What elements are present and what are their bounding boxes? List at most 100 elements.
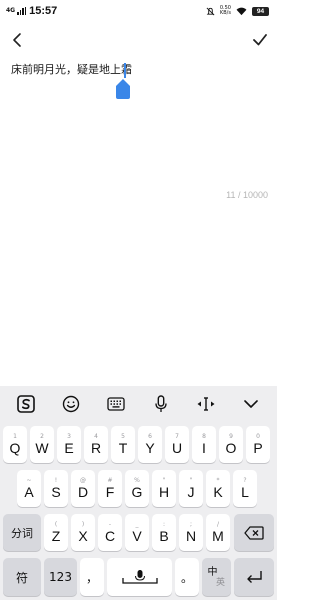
key-hint: _ [135,521,139,528]
cursor-move-icon[interactable] [192,390,220,418]
enter-icon [247,571,262,583]
symbol-key-label: 符 [15,570,28,585]
key-label: M [212,528,224,544]
caret-handle[interactable] [115,79,131,99]
key-d[interactable]: @ D [71,470,95,507]
backspace-icon [244,525,264,540]
key-hint: % [134,477,140,484]
numbers-key[interactable]: 123 [44,558,77,596]
key-hint: @ [80,477,86,484]
keyboard-toolbar [0,386,277,422]
key-hint: " [189,477,193,484]
status-bar: 4G 15:57 0.50 KB/s 94 [0,0,277,22]
key-label: C [104,528,116,544]
key-o[interactable]: 9O [219,426,243,463]
key-label: U [171,440,183,456]
backspace-key[interactable] [234,514,274,551]
key-z[interactable]: (Z [44,514,68,551]
key-label: H [158,484,170,500]
key-label: K [213,484,223,500]
key-hint: ~ [26,477,32,484]
key-label: F [105,484,115,500]
key-r[interactable]: 4R [84,426,108,463]
key-hint: ! [54,477,58,484]
key-label: J [187,484,195,500]
keyboard: 1Q 2W 3E 4R 5T 6Y 7U 8I 9O 0P ~ A ! S @ D #… [0,386,277,600]
comma-key-label: ， [85,570,98,585]
key-label: E [64,440,74,456]
key-hint: - [108,521,112,528]
speed-unit: KB/s [219,10,231,16]
battery-icon: 94 [252,6,269,16]
key-label: A [24,484,34,500]
back-button[interactable] [7,30,27,50]
key-v[interactable]: _ V [125,514,149,551]
key-c[interactable]: -C [98,514,122,551]
key-h[interactable]: " H [152,470,176,507]
language-switch-key[interactable]: 中 英 [202,558,231,596]
key-hint: 7 [175,433,179,440]
text-editor[interactable]: 床前明月光，疑是地上霜 [11,62,266,78]
done-button[interactable] [250,30,270,50]
key-label: I [202,440,206,456]
key-label: R [90,440,102,456]
period-key[interactable]: 。 [175,558,199,596]
key-hint: 6 [148,433,152,440]
status-time: 15:57 [29,5,58,17]
mute-icon [206,7,215,15]
key-f[interactable]: # F [98,470,122,507]
back-arrow-icon [13,33,21,47]
key-a[interactable]: ~ A [17,470,41,507]
key-i[interactable]: 8I [192,426,216,463]
network-type: 4G [6,7,16,14]
collapse-chevron-icon[interactable] [237,390,265,418]
key-label: W [35,440,49,456]
key-n[interactable]: ; N [179,514,203,551]
key-t[interactable]: 5T [111,426,135,463]
key-x[interactable]: ) X [71,514,95,551]
text-caret [124,63,126,78]
segment-key-label: 分词 [11,526,33,540]
emoji-icon[interactable] [57,390,85,418]
lang-zh-label: 中 [207,566,218,578]
key-hint: 4 [94,433,98,440]
key-w[interactable]: 2W [30,426,54,463]
key-hint: ; [189,521,193,528]
key-p[interactable]: 0P [246,426,270,463]
enter-key[interactable] [234,558,274,596]
key-hint: : [162,521,166,528]
key-k[interactable]: * K [206,470,230,507]
key-label: L [241,484,249,500]
key-g[interactable]: % G [125,470,149,507]
key-label: T [118,440,128,456]
key-m[interactable]: / M [206,514,230,551]
key-u[interactable]: 7U [165,426,189,463]
key-hint: 3 [67,433,71,440]
key-hint: / [216,521,220,528]
key-label: S [51,484,61,500]
key-hint: " [162,477,166,484]
key-l[interactable]: ? L [233,470,257,507]
key-hint: 2 [40,433,44,440]
key-label: Z [51,528,61,544]
key-hint: ? [243,477,247,484]
keyboard-icon[interactable] [102,390,130,418]
key-y[interactable]: 6Y [138,426,162,463]
key-label: X [78,528,88,544]
microphone-icon[interactable] [147,390,175,418]
key-b[interactable]: :B [152,514,176,551]
wifi-icon [236,7,247,15]
key-hint: 5 [121,433,125,440]
key-label: O [225,440,237,456]
key-q[interactable]: 1Q [3,426,27,463]
key-s[interactable]: ! S [44,470,68,507]
comma-key[interactable]: ， [80,558,104,596]
key-label: D [77,484,89,500]
segment-key[interactable]: 分词 [3,514,41,551]
key-e[interactable]: 3E [57,426,81,463]
key-j[interactable]: " J [179,470,203,507]
key-hint: 9 [229,433,233,440]
symbol-key[interactable]: 符 [3,558,41,596]
sogou-logo-icon[interactable] [12,390,40,418]
space-key[interactable] [107,558,172,596]
